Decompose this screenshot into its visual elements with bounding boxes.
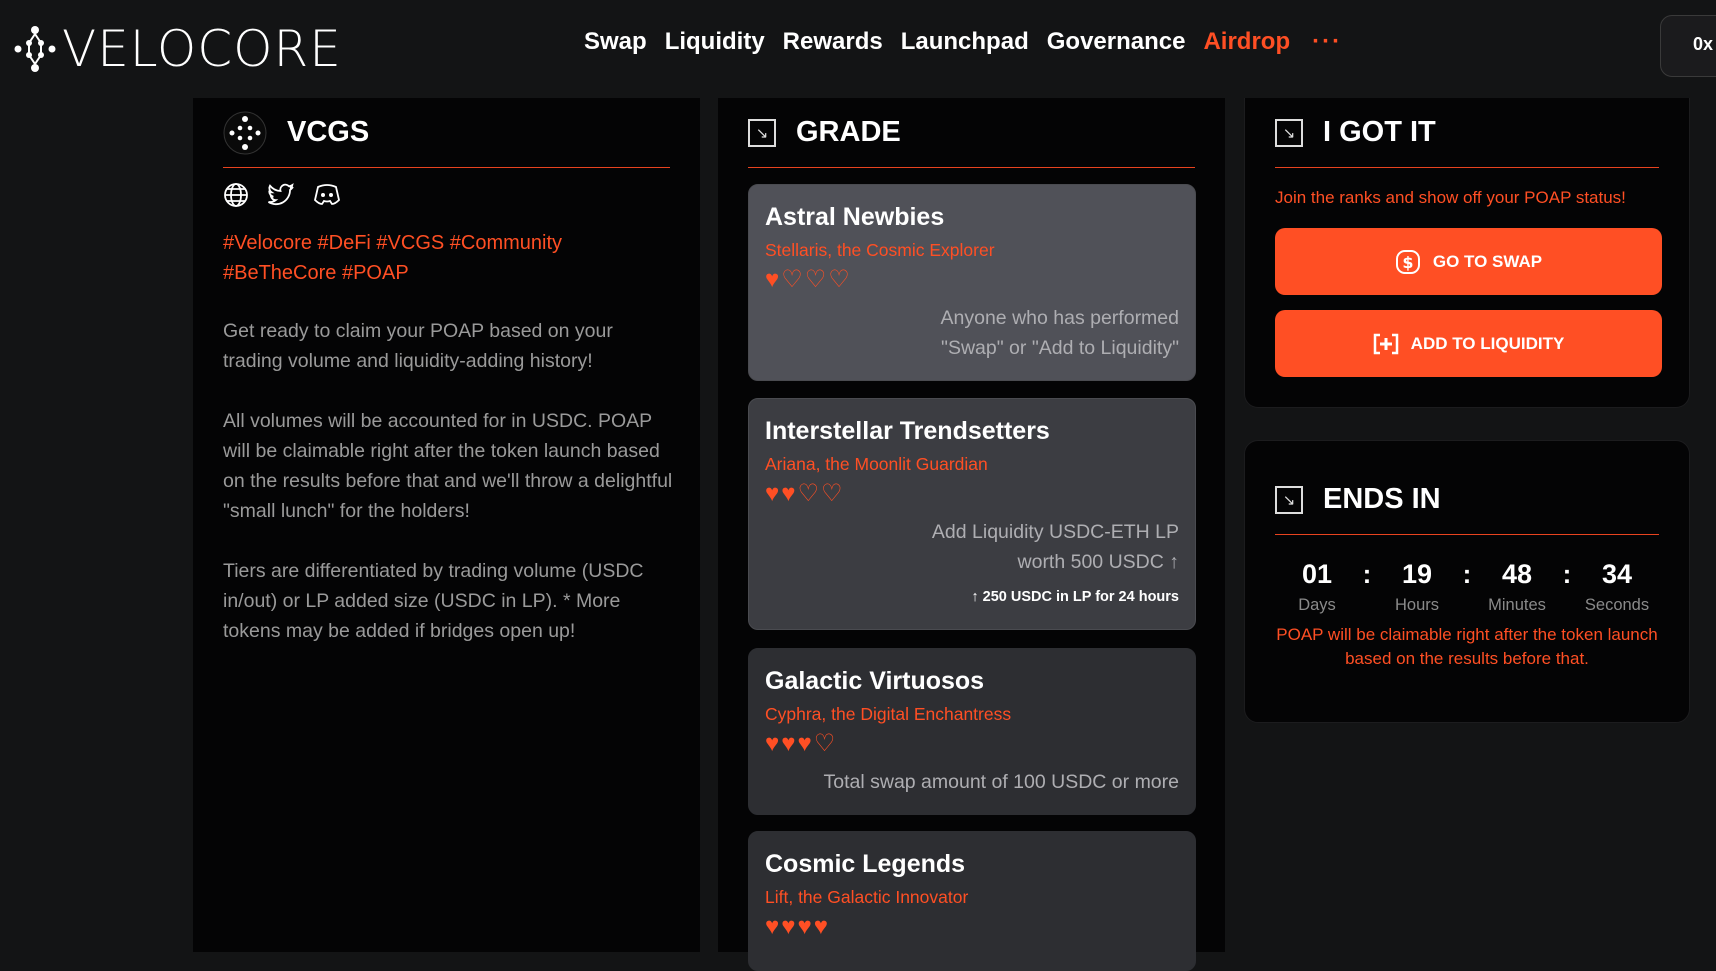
grade-title: GRADE	[796, 116, 901, 148]
heart-filled-icon: ♥	[765, 913, 780, 940]
social-links	[223, 182, 341, 208]
heart-empty-icon: ♡	[804, 266, 827, 293]
tier-character: Cyphra, the Digital Enchantress	[765, 704, 1012, 724]
join-text: Join the ranks and show off your POAP st…	[1275, 188, 1626, 207]
heart-rating: ♥ ♥ ♥ ♥	[765, 914, 1179, 940]
vcgs-token-icon	[223, 111, 267, 154]
seconds-label: Seconds	[1584, 596, 1650, 614]
dollar-icon: $	[1395, 249, 1420, 274]
nav-liquidity[interactable]: Liquidity	[665, 28, 765, 56]
i-got-it-panel: ↘ I GOT IT Join the ranks and show off y…	[1244, 98, 1690, 408]
add-liquidity-icon	[1373, 333, 1398, 354]
heart-empty-icon: ♡	[813, 730, 836, 757]
heart-filled-icon: ♥	[797, 913, 812, 940]
wallet-button[interactable]: 0x	[1660, 15, 1716, 77]
separator: :	[1362, 559, 1372, 589]
countdown-timer: 01 Days : 19 Hours : 48 Minutes : 34 Seconds	[1245, 559, 1689, 615]
add-to-liquidity-label: ADD TO LIQUIDITY	[1410, 333, 1565, 353]
more-menu-icon[interactable]: ···	[1312, 28, 1342, 56]
heart-rating: ♥ ♥ ♥ ♡	[765, 731, 1179, 757]
tier-name: Cosmic Legends	[765, 850, 966, 878]
tier-name: Galactic Virtuosos	[765, 667, 985, 695]
nav-swap[interactable]: Swap	[584, 28, 647, 56]
claim-note: POAP will be claimable right after the t…	[1276, 625, 1658, 668]
separator: :	[1462, 559, 1472, 589]
nav-rewards[interactable]: Rewards	[783, 28, 883, 56]
tier-name: Astral Newbies	[765, 203, 945, 231]
heart-filled-icon: ♥	[765, 266, 780, 293]
separator: :	[1562, 559, 1572, 589]
tier-note: ↑ 250 USDC in LP for 24 hours	[971, 589, 1179, 605]
countdown-minutes: 48	[1501, 559, 1533, 589]
brand-name: VELOCORE	[62, 20, 342, 78]
heart-filled-icon: ♥	[781, 913, 796, 940]
grade-header: ↘ GRADE	[748, 98, 1195, 168]
tier-requirement: Total swap amount of 100 USDC or more	[823, 771, 1180, 793]
nav-launchpad[interactable]: Launchpad	[901, 28, 1029, 56]
heart-filled-icon: ♥	[813, 913, 828, 940]
arrow-down-right-icon: ↘	[1275, 485, 1303, 514]
arrow-down-right-icon: ↘	[748, 118, 776, 147]
description-paragraph: All volumes will be accounted for in USD…	[223, 410, 673, 522]
tier-character: Lift, the Galactic Innovator	[765, 887, 969, 907]
heart-filled-icon: ♥	[765, 730, 780, 757]
tier-name: Interstellar Trendsetters	[765, 417, 1050, 445]
nav-airdrop[interactable]: Airdrop	[1203, 28, 1290, 56]
countdown-days: 01	[1301, 559, 1333, 589]
i-got-it-title: I GOT IT	[1323, 116, 1436, 148]
nav-governance[interactable]: Governance	[1047, 28, 1186, 56]
wallet-address: 0x	[1693, 34, 1714, 54]
svg-text:$: $	[1402, 253, 1413, 272]
heart-filled-icon: ♥	[781, 730, 796, 757]
top-nav-bar: VELOCORE Swap Liquidity Rewards Launchpa…	[0, 0, 1716, 96]
vcgs-panel: VCGS #Velocore #DeFi #VCGS #Community #B…	[193, 98, 700, 952]
twitter-icon[interactable]	[267, 182, 295, 208]
discord-icon[interactable]	[313, 182, 341, 208]
tier-requirement: Anyone who has performed "Swap" or "Add …	[940, 307, 1179, 359]
description-paragraph: Tiers are differentiated by trading volu…	[223, 560, 644, 642]
countdown-seconds: 34	[1601, 559, 1633, 589]
tier-requirement: Add Liquidity USDC-ETH LP worth 500 USDC…	[931, 521, 1179, 573]
heart-empty-icon: ♡	[828, 266, 850, 293]
heart-rating: ♥ ♡ ♡ ♡	[765, 267, 1179, 293]
heart-filled-icon: ♥	[797, 730, 812, 757]
velocore-logo[interactable]: VELOCORE	[14, 20, 342, 78]
tier-character: Stellaris, the Cosmic Explorer	[765, 240, 995, 260]
hours-label: Hours	[1394, 596, 1439, 614]
minutes-label: Minutes	[1488, 596, 1546, 614]
heart-empty-icon: ♡	[781, 266, 803, 293]
heart-filled-icon: ♥	[781, 480, 796, 507]
tier-card[interactable]: Galactic Virtuosos Cyphra, the Digital E…	[748, 648, 1196, 815]
go-to-swap-label: GO TO SWAP	[1432, 251, 1543, 271]
ends-in-panel: ↘ ENDS IN 01 Days : 19 Hours : 48 Minutes :…	[1244, 440, 1690, 723]
i-got-it-header: ↘ I GOT IT	[1275, 98, 1659, 168]
tier-card[interactable]: Astral Newbies Stellaris, the Cosmic Exp…	[748, 184, 1196, 381]
days-label: Days	[1298, 596, 1336, 614]
ends-in-title: ENDS IN	[1323, 483, 1441, 515]
heart-empty-icon: ♡	[821, 480, 843, 507]
arrow-down-right-icon: ↘	[1275, 118, 1303, 147]
tier-character: Ariana, the Moonlit Guardian	[765, 454, 988, 474]
main-nav: Swap Liquidity Rewards Launchpad Governa…	[584, 28, 1342, 56]
heart-rating: ♥ ♥ ♡ ♡	[765, 481, 1179, 507]
heart-empty-icon: ♡	[797, 480, 820, 507]
ends-in-header: ↘ ENDS IN	[1275, 441, 1659, 535]
countdown-hours: 19	[1401, 559, 1433, 589]
vcgs-title: VCGS	[287, 116, 370, 148]
heart-filled-icon: ♥	[765, 480, 780, 507]
add-to-liquidity-button[interactable]: ADD TO LIQUIDITY	[1275, 310, 1662, 377]
velocore-logo-icon	[14, 26, 56, 72]
tier-card[interactable]: Interstellar Trendsetters Ariana, the Mo…	[748, 398, 1196, 630]
grade-panel: ↘ GRADE Astral Newbies Stellaris, the Co…	[718, 98, 1225, 971]
go-to-swap-button[interactable]: $ GO TO SWAP	[1275, 228, 1662, 295]
tier-card[interactable]: Cosmic Legends Lift, the Galactic Innova…	[748, 831, 1196, 971]
hashtags: #Velocore #DeFi #VCGS #Community #BeTheC…	[223, 232, 563, 284]
description-paragraph: Get ready to claim your POAP based on yo…	[223, 320, 613, 372]
vcgs-header: VCGS	[223, 98, 670, 168]
globe-icon[interactable]	[223, 182, 249, 208]
vcgs-description: Get ready to claim your POAP based on yo…	[223, 316, 673, 676]
